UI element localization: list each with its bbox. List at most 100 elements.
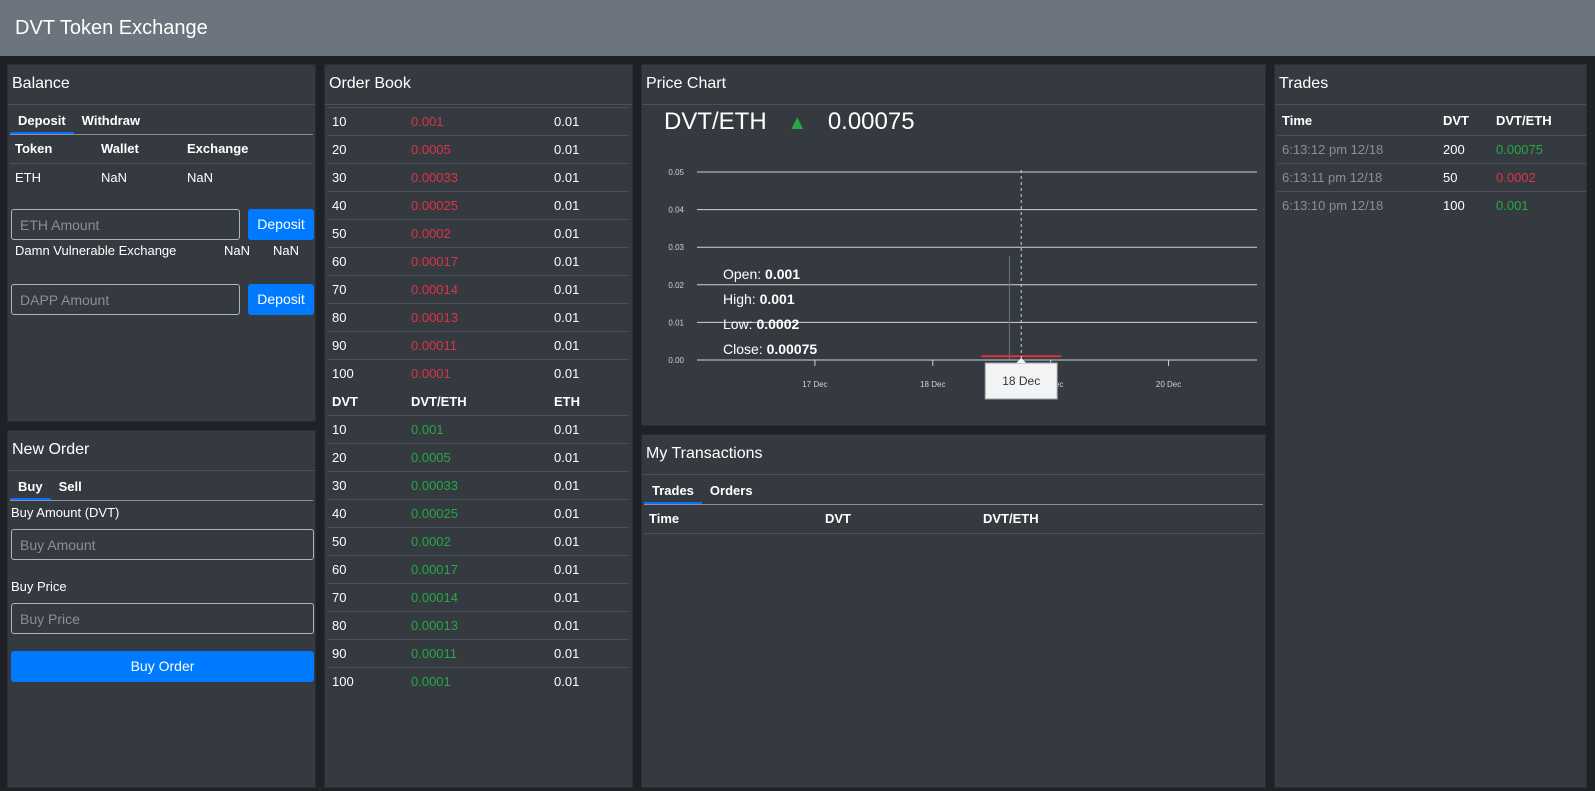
order-eth: 0.01 <box>549 275 629 304</box>
ohlc-low: Low: 0.0002 <box>723 312 817 337</box>
balance-title: Balance <box>8 65 315 105</box>
high-label: High: <box>723 291 756 307</box>
tab-deposit[interactable]: Deposit <box>10 105 74 134</box>
order-dvt: 60 <box>327 247 406 276</box>
order-row[interactable]: 60 0.00017 0.01 <box>327 247 629 276</box>
dapp-token: Damn Vulnerable Exchange <box>15 243 177 258</box>
order-row[interactable]: 100 0.0001 0.01 <box>327 359 629 388</box>
tab-withdraw[interactable]: Withdraw <box>74 105 148 134</box>
order-dvt: 20 <box>327 443 406 472</box>
trade-dvt: 200 <box>1443 141 1465 157</box>
buy-price-input[interactable]: Buy Price <box>11 603 314 634</box>
order-tabs: Buy Sell <box>10 471 313 501</box>
y-tick-label: 0.00 <box>668 356 684 365</box>
order-dvt: 100 <box>327 667 406 696</box>
order-row[interactable]: 30 0.00033 0.01 <box>327 163 629 192</box>
trade-row: 6:13:10 pm 12/18 100 0.001 <box>1277 191 1586 219</box>
deposit-dapp-button[interactable]: Deposit <box>248 284 314 315</box>
order-dvt: 100 <box>327 359 406 388</box>
low-value: 0.0002 <box>756 316 800 332</box>
trade-row: 6:13:12 pm 12/18 200 0.00075 <box>1277 135 1586 163</box>
tab-trades[interactable]: Trades <box>644 475 702 504</box>
order-row[interactable]: 90 0.00011 0.01 <box>327 639 629 668</box>
x-tick-label: 18 Dec <box>920 380 945 389</box>
order-row[interactable]: 30 0.00033 0.01 <box>327 471 629 500</box>
order-price: 0.00013 <box>406 303 549 332</box>
order-row[interactable]: 70 0.00014 0.01 <box>327 583 629 612</box>
tab-orders[interactable]: Orders <box>702 475 761 504</box>
trade-price: 0.0002 <box>1496 169 1536 185</box>
my-transactions-table: Time DVT DVT/ETH <box>644 505 1263 534</box>
order-row[interactable]: 50 0.0002 0.01 <box>327 527 629 556</box>
order-row[interactable]: 80 0.00013 0.01 <box>327 611 629 640</box>
trade-time: 6:13:12 pm 12/18 <box>1282 141 1384 157</box>
new-order-panel: New Order Buy Sell Buy Amount (DVT) Buy … <box>7 430 316 788</box>
order-price: 0.0005 <box>406 135 549 164</box>
order-row[interactable]: 70 0.00014 0.01 <box>327 275 629 304</box>
order-dvt: 40 <box>327 191 406 220</box>
top-navbar: DVT Token Exchange <box>0 0 1595 56</box>
order-dvt: 50 <box>327 527 406 556</box>
y-tick-label: 0.03 <box>668 243 684 252</box>
price-chart-panel: Price Chart DVT/ETH ▲ 0.00075 0.00 0.01 0.… <box>641 64 1266 426</box>
order-dvt: 30 <box>327 471 406 500</box>
ohlc-tooltip: Open: 0.001 High: 0.001 Low: 0.0002 Clos… <box>723 262 817 362</box>
order-dvt: 60 <box>327 555 406 584</box>
tab-sell[interactable]: Sell <box>51 471 90 500</box>
order-eth: 0.01 <box>549 555 629 584</box>
order-price: 0.0001 <box>406 359 549 388</box>
order-eth: 0.01 <box>549 107 629 136</box>
deposit-eth-button[interactable]: Deposit <box>248 209 314 240</box>
order-eth: 0.01 <box>549 667 629 696</box>
trade-dvt: 100 <box>1443 197 1465 213</box>
order-row[interactable]: 40 0.00025 0.01 <box>327 499 629 528</box>
eth-amount-input[interactable]: ETH Amount <box>11 209 240 240</box>
order-dvt: 90 <box>327 331 406 360</box>
order-price: 0.00011 <box>406 331 549 360</box>
order-dvt: 70 <box>327 583 406 612</box>
order-eth: 0.01 <box>549 471 629 500</box>
order-price: 0.0002 <box>406 219 549 248</box>
ob-col-eth: ETH <box>554 393 580 409</box>
order-eth: 0.01 <box>549 527 629 556</box>
order-dvt: 50 <box>327 219 406 248</box>
y-tick-label: 0.01 <box>668 318 684 327</box>
order-row[interactable]: 80 0.00013 0.01 <box>327 303 629 332</box>
order-eth: 0.01 <box>549 499 629 528</box>
mt-col-price: DVT/ETH <box>983 511 1039 527</box>
y-tick-label: 0.05 <box>668 168 684 177</box>
order-row[interactable]: 100 0.0001 0.01 <box>327 667 629 696</box>
order-row[interactable]: 90 0.00011 0.01 <box>327 331 629 360</box>
order-book-table: 10 0.001 0.01 20 0.0005 0.01 30 0.00033 0.01 40 0.… <box>327 107 629 696</box>
order-price: 0.001 <box>406 107 549 136</box>
order-price: 0.00014 <box>406 583 549 612</box>
order-book-panel: Order Book 10 0.001 0.01 20 0.0005 0.01 30 0.00… <box>324 64 633 788</box>
tab-buy[interactable]: Buy <box>10 471 51 500</box>
buy-order-button[interactable]: Buy Order <box>11 651 314 682</box>
order-row[interactable]: 20 0.0005 0.01 <box>327 443 629 472</box>
order-price: 0.00011 <box>406 639 549 668</box>
order-row[interactable]: 40 0.00025 0.01 <box>327 191 629 220</box>
low-label: Low: <box>723 316 753 332</box>
dapp-wallet: NaN <box>224 243 251 258</box>
order-eth: 0.01 <box>549 331 629 360</box>
order-dvt: 70 <box>327 275 406 304</box>
crosshair-date-label: 18 Dec <box>1002 374 1040 388</box>
buy-amount-label: Buy Amount (DVT) <box>11 505 120 520</box>
order-eth: 0.01 <box>549 443 629 472</box>
price-chart-title: Price Chart <box>642 65 1265 105</box>
dapp-amount-input[interactable]: DAPP Amount <box>11 284 240 315</box>
order-eth: 0.01 <box>549 583 629 612</box>
order-row[interactable]: 10 0.001 0.01 <box>327 415 629 444</box>
trade-row: 6:13:11 pm 12/18 50 0.0002 <box>1277 163 1586 191</box>
order-row[interactable]: 10 0.001 0.01 <box>327 107 629 136</box>
order-row[interactable]: 50 0.0002 0.01 <box>327 219 629 248</box>
order-row[interactable]: 20 0.0005 0.01 <box>327 135 629 164</box>
buy-amount-input[interactable]: Buy Amount <box>11 529 314 560</box>
tr-col-dvt: DVT <box>1443 113 1469 129</box>
order-eth: 0.01 <box>549 639 629 668</box>
open-label: Open: <box>723 266 762 282</box>
my-transactions-title: My Transactions <box>642 435 1265 475</box>
order-eth: 0.01 <box>549 359 629 388</box>
order-row[interactable]: 60 0.00017 0.01 <box>327 555 629 584</box>
